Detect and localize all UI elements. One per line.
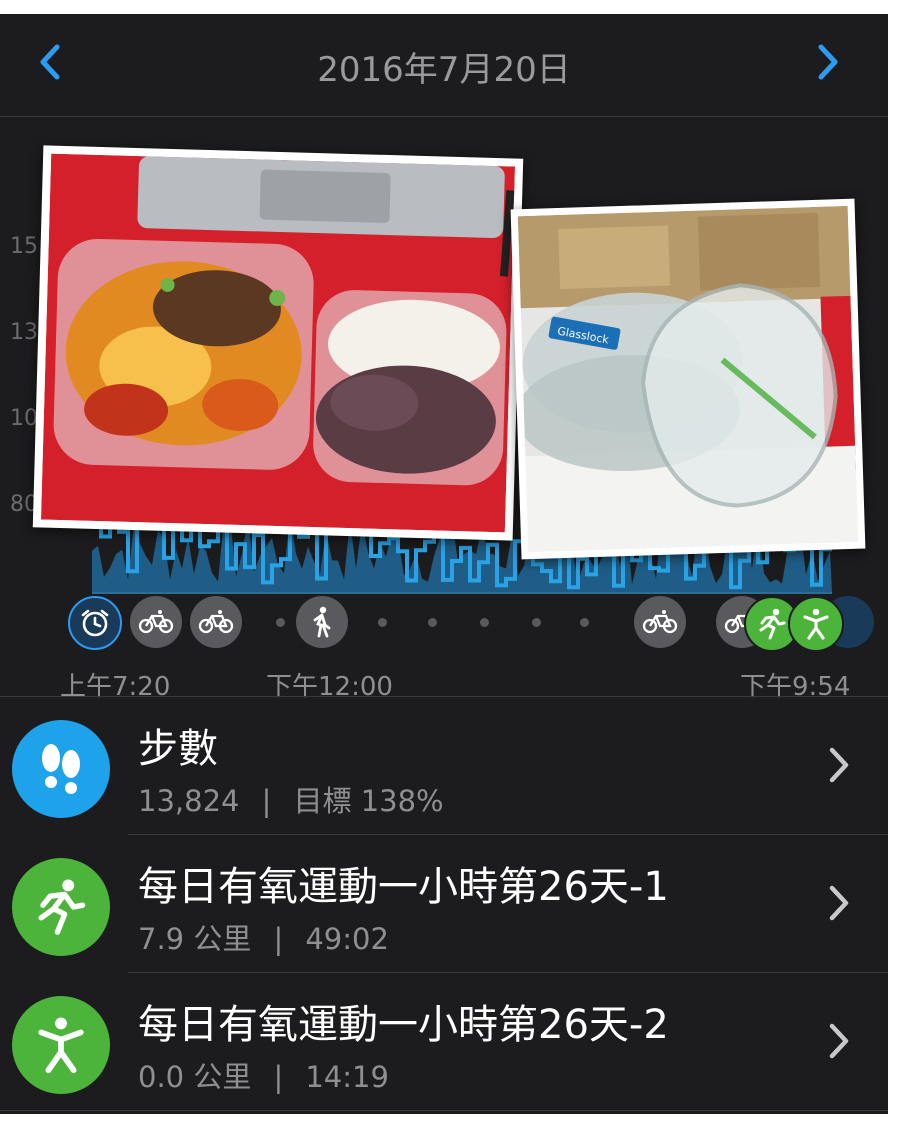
page-title: 2016年7月20日 <box>317 50 571 90</box>
lunch-photo <box>32 145 524 541</box>
row-title: 每日有氧運動一小時第26天-1 <box>138 864 669 910</box>
next-day-button[interactable] <box>808 42 848 82</box>
row-title: 步數 <box>138 726 218 772</box>
chevron-right-icon <box>818 44 838 80</box>
section-divider <box>0 696 888 697</box>
timeline-dot <box>378 618 387 627</box>
list-item-steps[interactable]: 步數 13,824 | 目標 138% <box>0 698 888 836</box>
timeline-dot <box>276 618 285 627</box>
section-divider <box>0 1110 888 1111</box>
row-subtitle: 0.0 公里 | 14:19 <box>138 1060 389 1094</box>
row-value: 49:02 <box>305 922 389 956</box>
row-title: 每日有氧運動一小時第26天-2 <box>138 1002 669 1048</box>
bicycle-icon[interactable] <box>130 596 182 648</box>
row-subtitle: 7.9 公里 | 49:02 <box>138 922 389 956</box>
row-value: 目標 138% <box>293 784 444 818</box>
bicycle-icon[interactable] <box>190 596 242 648</box>
row-value: 13,824 <box>138 784 240 818</box>
container-photo: Glasslock <box>510 198 866 560</box>
row-divider <box>128 834 888 835</box>
chevron-right-icon <box>829 747 849 783</box>
timeline-dot <box>480 618 489 627</box>
lunch-box-image <box>40 153 516 533</box>
walking-icon[interactable] <box>296 596 348 648</box>
row-value: 7.9 公里 <box>138 922 252 956</box>
row-value: 0.0 公里 <box>138 1060 252 1094</box>
header-divider <box>0 116 888 117</box>
chevron-right-icon <box>829 1023 849 1059</box>
glass-container-image: Glasslock <box>517 205 859 553</box>
app-screen: 2016年7月20日 15 13 10 80 上午7:20 下午12:00 下午… <box>0 14 888 1114</box>
date-header: 2016年7月20日 <box>0 14 888 116</box>
alarm-clock-icon[interactable] <box>68 596 122 650</box>
activity-icon[interactable] <box>788 596 844 652</box>
activity-icon <box>12 996 110 1094</box>
row-value: 14:19 <box>305 1060 389 1094</box>
heart-rate-chart[interactable]: 15 13 10 80 上午7:20 下午12:00 下午9:54 Glassl… <box>0 118 888 702</box>
chevron-right-icon <box>829 885 849 921</box>
timeline-dot <box>532 618 541 627</box>
list-item-activity-1[interactable]: 每日有氧運動一小時第26天-1 7.9 公里 | 49:02 <box>0 836 888 974</box>
bicycle-icon[interactable] <box>634 596 686 648</box>
list-item-activity-2[interactable]: 每日有氧運動一小時第26天-2 0.0 公里 | 14:19 <box>0 974 888 1112</box>
row-divider <box>128 972 888 973</box>
timeline-dot <box>580 618 589 627</box>
footsteps-icon <box>12 720 110 818</box>
row-subtitle: 13,824 | 目標 138% <box>138 784 444 818</box>
running-icon <box>12 858 110 956</box>
timeline-dot <box>428 618 437 627</box>
